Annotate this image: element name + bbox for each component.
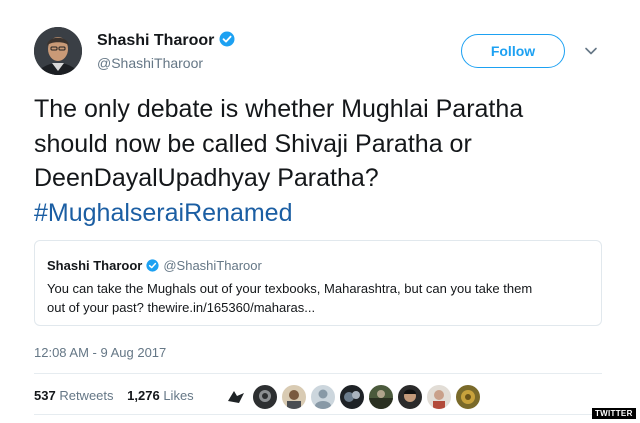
quoted-author-handle: @ShashiTharoor xyxy=(163,258,262,273)
author-handle[interactable]: @ShashiTharoor xyxy=(97,55,203,71)
author-name-text: Shashi Tharoor xyxy=(97,32,215,49)
tweet-text-line: should now be called Shivaji Paratha or xyxy=(34,129,472,158)
retweets-label: Retweets xyxy=(59,388,114,403)
likes-label: Likes xyxy=(163,388,194,403)
liker-avatar-icon xyxy=(259,390,271,402)
tweet-text-line: DeenDayalUpadhyay Paratha? xyxy=(34,164,379,192)
liker-avatar-icon xyxy=(404,389,416,402)
quoted-tweet[interactable]: Shashi Tharoor @ShashiTharoor You can ta… xyxy=(34,240,602,326)
liker-avatar[interactable] xyxy=(252,384,278,410)
retweets-count: 537 xyxy=(34,388,56,403)
liker-avatar[interactable] xyxy=(455,384,481,410)
likes-stat[interactable]: 1,276 Likes xyxy=(127,388,194,403)
chevron-down-icon[interactable] xyxy=(584,44,598,58)
verified-badge-icon xyxy=(146,259,159,272)
hashtag-link[interactable]: #MughalseraiRenamed xyxy=(34,196,614,231)
author-name[interactable]: Shashi Tharoor xyxy=(97,31,235,50)
author-avatar[interactable] xyxy=(34,27,82,75)
retweets-stat[interactable]: 537 Retweets xyxy=(34,388,114,403)
liker-avatar[interactable] xyxy=(368,384,394,410)
liker-avatar-icon xyxy=(369,390,393,409)
divider xyxy=(34,373,602,374)
liker-avatar-icon xyxy=(287,390,301,409)
likes-count: 1,276 xyxy=(127,388,160,403)
liker-avatar[interactable] xyxy=(281,384,307,410)
verified-badge-icon xyxy=(219,31,235,47)
liker-avatar[interactable] xyxy=(426,384,452,410)
tweet-timestamp[interactable]: 12:08 AM - 9 Aug 2017 xyxy=(34,345,166,360)
liker-avatar[interactable] xyxy=(223,384,249,410)
default-user-icon xyxy=(315,389,331,409)
quoted-author-name: Shashi Tharoor xyxy=(47,258,143,273)
quoted-author[interactable]: Shashi Tharoor @ShashiTharoor xyxy=(47,258,262,273)
profile-photo-icon xyxy=(34,27,82,75)
liker-avatar-icon xyxy=(228,391,244,403)
liker-avatar[interactable] xyxy=(397,384,423,410)
liker-avatar-icon xyxy=(344,391,360,402)
quoted-text-line: out of your past? thewire.in/165360/maha… xyxy=(47,300,316,315)
liker-avatar-icon xyxy=(461,390,475,404)
divider xyxy=(34,414,602,415)
tweet-text: The only debate is whether Mughlai Parat… xyxy=(34,92,614,230)
tweet-card: Shashi Tharoor @ShashiTharoor Follow The… xyxy=(0,0,640,423)
follow-button[interactable]: Follow xyxy=(461,34,565,68)
quoted-text-line: You can take the Mughals out of your tex… xyxy=(47,281,533,296)
tweet-stats: 537 Retweets 1,276 Likes xyxy=(34,388,204,403)
liker-avatar-icon xyxy=(433,390,445,409)
liker-avatar[interactable] xyxy=(310,384,336,410)
tweet-text-line: The only debate is whether Mughlai Parat… xyxy=(34,95,524,123)
liker-avatar[interactable] xyxy=(339,384,365,410)
watermark-label: TWITTER xyxy=(592,408,636,419)
quoted-tweet-text: You can take the Mughals out of your tex… xyxy=(47,279,592,317)
